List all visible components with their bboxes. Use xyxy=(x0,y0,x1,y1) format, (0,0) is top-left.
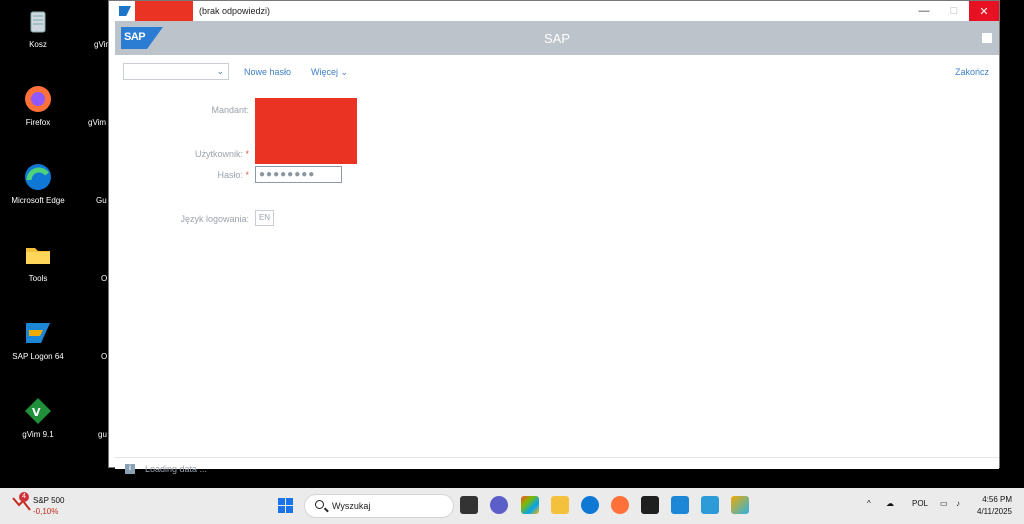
desktop-icon-firefox[interactable]: Firefox xyxy=(3,84,73,127)
desktop-icon-tools[interactable]: Tools xyxy=(3,240,73,283)
language-indicator[interactable]: POL xyxy=(912,499,928,508)
language-field[interactable]: EN xyxy=(255,210,274,226)
desktop-icon-label: SAP Logon 64 xyxy=(12,352,64,361)
edge-icon xyxy=(23,162,53,192)
close-button[interactable]: ✕ xyxy=(969,1,999,21)
firefox-icon xyxy=(23,84,53,114)
desktop-icon-sap-logon[interactable]: SAP Logon 64 xyxy=(3,318,73,361)
terminal-icon[interactable] xyxy=(641,496,659,514)
desktop-icon-recycle-bin[interactable]: Kosz xyxy=(3,6,73,49)
redacted-client-user-fields[interactable] xyxy=(255,98,357,164)
folder-icon xyxy=(23,240,53,270)
desktop-icon-gvim[interactable]: V gVim 9.1 xyxy=(3,396,73,439)
sap-gui-icon[interactable] xyxy=(731,496,749,514)
user-label: Użytkownik: * xyxy=(129,149,249,159)
client-label: Mandant: xyxy=(211,105,249,115)
window-titlebar[interactable]: (brak odpowiedzi) — □ ✕ xyxy=(109,1,999,21)
required-mark: * xyxy=(245,149,249,159)
sap-window-icon xyxy=(119,6,131,16)
gvim-icon: V xyxy=(23,396,53,426)
user-label-text: Użytkownik: xyxy=(194,149,243,159)
app-toolbar: ⌄ Nowe hasło Więcej ⌄ Zakończ xyxy=(115,55,999,89)
sap-logon-icon xyxy=(23,318,53,348)
end-link[interactable]: Zakończ xyxy=(955,67,989,77)
tray-overflow-chevron[interactable]: ^ xyxy=(867,499,871,508)
task-view-icon[interactable] xyxy=(460,496,478,514)
clock-time: 4:56 PM xyxy=(982,495,1012,504)
password-label: Hasło: * xyxy=(129,170,249,180)
recycle-bin-icon xyxy=(23,6,53,36)
password-field[interactable]: ●●●●●●●● xyxy=(255,166,342,183)
desktop-icon-edge[interactable]: Microsoft Edge xyxy=(3,162,73,205)
desktop-icon-label: Kosz xyxy=(29,40,47,49)
desktop-icon-label: Tools xyxy=(28,274,48,283)
chevron-down-icon: ⌄ xyxy=(216,66,224,76)
file-explorer-icon[interactable] xyxy=(551,496,569,514)
more-label: Więcej xyxy=(311,67,339,77)
help-icon[interactable] xyxy=(981,32,993,44)
maximize-button[interactable]: □ xyxy=(939,1,969,21)
password-label-text: Hasło: xyxy=(217,170,243,180)
onedrive-icon[interactable]: ☁ xyxy=(886,499,894,508)
start-button[interactable] xyxy=(278,498,294,514)
search-placeholder: Wyszukaj xyxy=(332,501,371,511)
notification-badge: 4 xyxy=(19,492,29,502)
required-mark: * xyxy=(245,170,249,180)
search-icon xyxy=(315,500,324,509)
taskbar: 4 S&P 500 -0,10% Wyszukaj ^ ☁ POL ▭ ♪ 4:… xyxy=(0,488,1024,524)
status-bar: i Loading data ... xyxy=(115,457,999,474)
minimize-button[interactable]: — xyxy=(909,1,939,21)
svg-text:V: V xyxy=(32,406,41,419)
edge-icon[interactable] xyxy=(581,496,599,514)
notepad-icon[interactable] xyxy=(701,496,719,514)
desktop-icon-label: gVim 9.1 xyxy=(22,430,54,439)
copilot-icon[interactable] xyxy=(521,496,539,514)
window-title: (brak odpowiedzi) xyxy=(199,6,271,16)
clock-date: 4/11/2025 xyxy=(977,507,1012,516)
system-dropdown[interactable]: ⌄ xyxy=(123,63,229,80)
shell-title: SAP xyxy=(543,31,570,46)
stock-name[interactable]: S&P 500 xyxy=(33,496,64,505)
sap-logon-icon[interactable] xyxy=(671,496,689,514)
chevron-down-icon: ⌄ xyxy=(340,67,349,77)
volume-icon[interactable]: ♪ xyxy=(956,499,960,508)
desktop-icon-label-partial: O xyxy=(101,352,108,361)
desktop-icon-label-partial: gu xyxy=(98,430,107,439)
sap-logon-window: (brak odpowiedzi) — □ ✕ SAP SAP ⌄ Nowe h… xyxy=(108,0,1000,474)
stock-change: -0,10% xyxy=(33,507,59,516)
network-icon[interactable]: ▭ xyxy=(940,499,948,508)
language-label: Język logowania: xyxy=(180,214,249,224)
desktop-icon-label: Firefox xyxy=(25,118,51,127)
redacted-title xyxy=(135,1,193,21)
clock[interactable]: 4:56 PM 4/11/2025 xyxy=(972,494,1012,518)
more-menu[interactable]: Więcej ⌄ xyxy=(311,67,348,78)
info-icon: i xyxy=(125,464,135,474)
firefox-icon[interactable] xyxy=(611,496,629,514)
chat-icon[interactable] xyxy=(490,496,508,514)
status-text: Loading data ... xyxy=(145,464,208,474)
sap-shell-bar: SAP SAP xyxy=(115,21,999,55)
desktop-icon-label-partial: O xyxy=(101,274,108,283)
new-password-link[interactable]: Nowe hasło xyxy=(244,67,291,77)
desktop-icon-label-partial: Gu xyxy=(96,196,107,205)
desktop-icon-label: Microsoft Edge xyxy=(11,196,65,205)
taskbar-search[interactable]: Wyszukaj xyxy=(304,494,454,518)
